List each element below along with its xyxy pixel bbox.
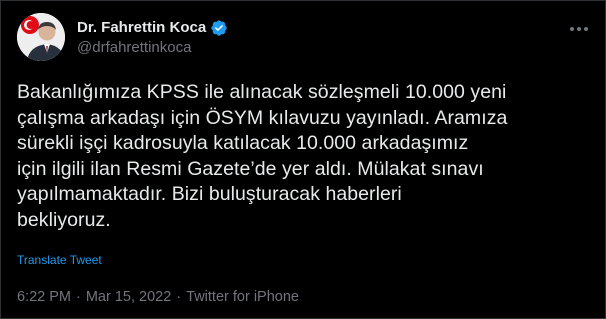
author-handle[interactable]: @drfahrettinkoca: [77, 39, 191, 57]
tweet-text-line: çalışma arkadaşı için ÖSYM kılavuzu yayı…: [17, 106, 508, 129]
tweet-time[interactable]: 6:22 PM: [17, 289, 71, 305]
avatar[interactable]: [17, 13, 65, 61]
tweet-card: Dr. Fahrettin Koca @drfahrettinkoca Baka…: [0, 0, 606, 319]
tweet-source: Twitter for iPhone: [186, 289, 299, 305]
translate-tweet-link[interactable]: Translate Tweet: [17, 253, 102, 267]
tweet-text: Bakanlığımıza KPSS ile alınacak sözleşme…: [17, 80, 595, 233]
tweet-text-line: bekliyoruz.: [17, 208, 111, 231]
meta-separator: ·: [176, 289, 182, 305]
tweet-text-line: Bakanlığımıza KPSS ile alınacak sözleşme…: [17, 81, 507, 103]
tweet-text-line: sürekli işçi kadrosuyla katılacak 10.000…: [17, 132, 469, 154]
verified-badge-icon: [210, 19, 228, 37]
tweet-meta: 6:22 PM · Mar 15, 2022 · Twitter for iPhone: [17, 288, 299, 306]
meta-separator: ·: [76, 289, 81, 305]
display-name[interactable]: Dr. Fahrettin Koca: [77, 19, 206, 37]
tweet-text-line: yapılmamaktadır. Bizi buluşturacak haber…: [17, 183, 402, 205]
author-name-row: Dr. Fahrettin Koca: [77, 19, 228, 37]
avatar-photo: [17, 13, 65, 61]
tweet-date[interactable]: Mar 15, 2022: [86, 289, 171, 305]
tweet-text-line: için ilgili ilan Resmi Gazete’de yer ald…: [17, 157, 484, 180]
more-options-icon[interactable]: [567, 19, 591, 39]
